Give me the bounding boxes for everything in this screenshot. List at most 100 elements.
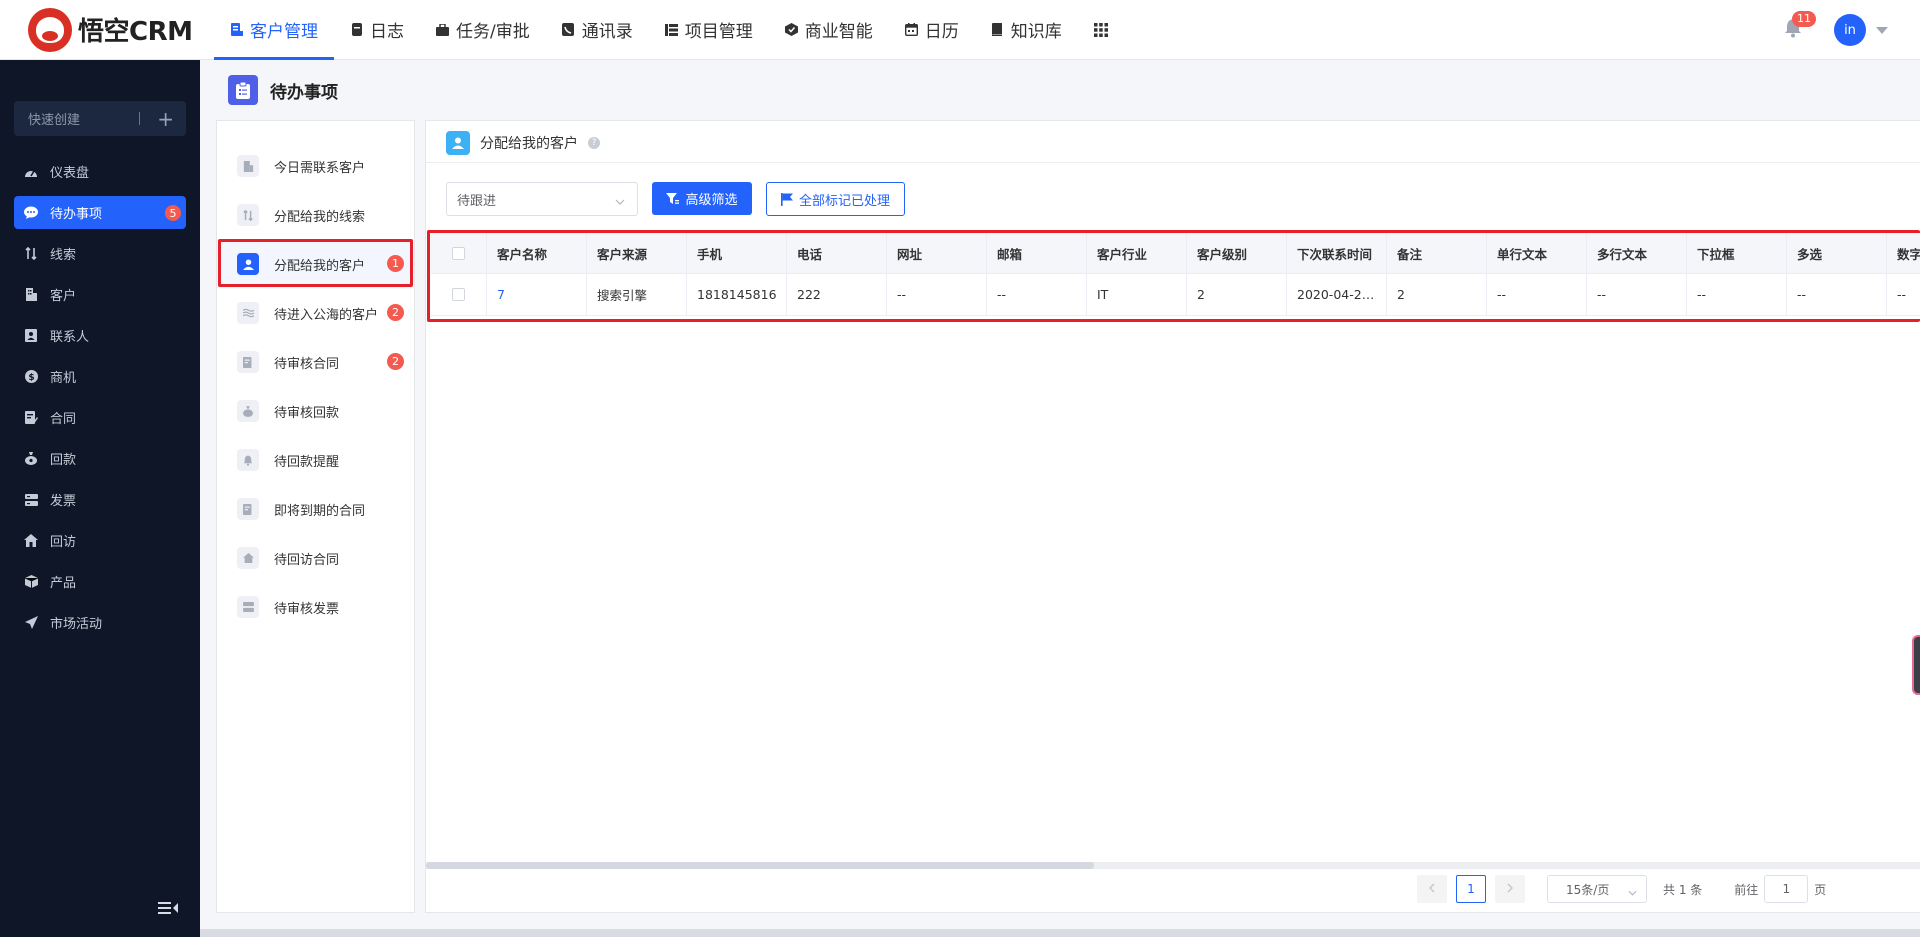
sidebar-item-payments[interactable]: 回款 <box>14 442 186 475</box>
goto-page-input[interactable]: 1 <box>1764 875 1809 903</box>
todo-item-today-contact[interactable]: 今日需联系客户 <box>217 142 414 190</box>
help-icon[interactable]: ? <box>588 137 600 149</box>
row-checkbox[interactable] <box>452 288 465 301</box>
column-header[interactable]: 多行文本 <box>1587 233 1687 273</box>
horizontal-scrollbar[interactable] <box>426 862 1920 869</box>
sidebar-item-contracts[interactable]: 合同 <box>14 401 186 434</box>
page-size-select[interactable]: 15条/页 <box>1547 875 1647 903</box>
nav-knowledge-base[interactable]: 知识库 <box>975 0 1078 60</box>
todo-item-invoice-review[interactable]: 待审核发票 <box>217 583 414 631</box>
count-badge: 2 <box>387 353 404 370</box>
sidebar-item-opportunities[interactable]: $ 商机 <box>14 360 186 393</box>
logo[interactable]: 悟空CRM <box>0 0 200 60</box>
column-header[interactable]: 备注 <box>1387 233 1487 273</box>
nav-tasks-approval[interactable]: 任务/审批 <box>420 0 546 60</box>
mark-all-processed-button[interactable]: 全部标记已处理 <box>766 182 905 216</box>
status-filter-value: 待跟进 <box>457 193 497 209</box>
page-horizontal-scrollbar[interactable] <box>200 929 1920 937</box>
todo-item-assigned-customers[interactable]: 分配给我的客户 1 <box>217 240 414 288</box>
column-header[interactable]: 客户来源 <box>587 233 687 273</box>
home-icon <box>24 534 38 548</box>
column-header[interactable]: 多选 <box>1787 233 1887 273</box>
nav-project-management[interactable]: 项目管理 <box>649 0 769 60</box>
notification-count-badge: 11 <box>1792 11 1816 27</box>
column-header[interactable]: 客户名称 <box>487 233 587 273</box>
page-number-button[interactable]: 1 <box>1456 875 1486 903</box>
lead-icon <box>24 247 38 261</box>
user-icon <box>446 131 470 155</box>
scrollbar-thumb[interactable] <box>200 929 1920 937</box>
count-badge: 1 <box>387 255 404 272</box>
nav-label: 日历 <box>924 22 959 42</box>
contract-icon <box>237 498 259 520</box>
contract-icon <box>237 351 259 373</box>
sidebar-item-marketing[interactable]: 市场活动 <box>14 606 186 639</box>
column-header[interactable]: 客户行业 <box>1087 233 1187 273</box>
todo-item-contract-review[interactable]: 待审核合同 2 <box>217 338 414 386</box>
log-icon <box>350 23 363 36</box>
nav-business-intelligence[interactable]: 商业智能 <box>769 0 889 60</box>
table-row[interactable]: 7 搜索引擎 1818145816 222 -- -- IT 2 2020-04… <box>431 274 1920 316</box>
todo-list-panel: 今日需联系客户 分配给我的线索 分配给我的客户 1 待进入公海的客户 2 待审核… <box>216 120 415 913</box>
sidebar-item-invoices[interactable]: 发票 <box>14 483 186 516</box>
chevron-down-icon[interactable] <box>1876 26 1888 34</box>
plus-icon[interactable]: + <box>157 107 174 131</box>
column-header[interactable]: 手机 <box>687 233 787 273</box>
lead-icon <box>237 204 259 226</box>
sidebar-item-visits[interactable]: 回访 <box>14 524 186 557</box>
collapse-sidebar-icon[interactable] <box>158 901 178 919</box>
sidebar-item-products[interactable]: 产品 <box>14 565 186 598</box>
sidebar-item-todo[interactable]: 待办事项 5 <box>14 196 186 229</box>
column-header[interactable]: 下拉框 <box>1687 233 1787 273</box>
notifications-button[interactable]: 11 <box>1778 11 1816 45</box>
waves-icon <box>237 302 259 324</box>
next-page-button[interactable] <box>1495 875 1525 903</box>
todo-item-to-public-pool[interactable]: 待进入公海的客户 2 <box>217 289 414 337</box>
sidebar-item-contacts[interactable]: 联系人 <box>14 319 186 352</box>
floating-side-widget[interactable] <box>1912 635 1920 695</box>
todo-item-payment-review[interactable]: 待审核回款 <box>217 387 414 435</box>
todo-item-payment-reminder[interactable]: 待回款提醒 <box>217 436 414 484</box>
todo-item-label: 待审核合同 <box>274 356 340 372</box>
prev-page-button[interactable] <box>1417 875 1447 903</box>
sidebar-item-label: 商机 <box>50 371 77 386</box>
todo-item-visit-contracts[interactable]: 待回访合同 <box>217 534 414 582</box>
customer-name-link[interactable]: 7 <box>487 274 587 315</box>
total-count: 共 1 条 <box>1663 882 1703 897</box>
table-header: 客户名称 客户来源 手机 电话 网址 邮箱 客户行业 客户级别 下次联系时间 备… <box>431 233 1920 274</box>
sidebar-item-leads[interactable]: 线索 <box>14 237 186 270</box>
nav-calendar[interactable]: 日历 <box>889 0 975 60</box>
todo-item-expiring-contracts[interactable]: 即将到期的合同 <box>217 485 414 533</box>
status-filter-select[interactable]: 待跟进 <box>446 182 638 216</box>
project-icon <box>664 23 678 36</box>
sidebar-item-dashboard[interactable]: 仪表盘 <box>14 155 186 188</box>
column-header[interactable]: 电话 <box>787 233 887 273</box>
home-icon <box>237 547 259 569</box>
sidebar-item-customers[interactable]: 客户 <box>14 278 186 311</box>
column-header[interactable]: 数字 <box>1887 233 1920 273</box>
todo-count-badge: 5 <box>165 205 181 221</box>
advanced-filter-button[interactable]: 高级筛选 <box>652 182 752 215</box>
column-header[interactable]: 客户级别 <box>1187 233 1287 273</box>
todo-item-assigned-leads[interactable]: 分配给我的线索 <box>217 191 414 239</box>
nav-customer-management[interactable]: 客户管理 <box>214 0 334 60</box>
column-header[interactable]: 邮箱 <box>987 233 1087 273</box>
page-size-value: 15条/页 <box>1566 882 1610 897</box>
divider <box>426 162 1920 163</box>
todo-item-label: 今日需联系客户 <box>274 160 366 176</box>
page-header: 待办事项 <box>228 75 338 105</box>
column-header[interactable]: 下次联系时间 <box>1287 233 1387 273</box>
quick-create-button[interactable]: 快速创建 + <box>14 101 186 136</box>
scrollbar-thumb[interactable] <box>426 862 1094 869</box>
avatar[interactable]: in <box>1834 14 1866 46</box>
section-title: 分配给我的客户 <box>480 136 578 152</box>
table-cell: -- <box>1687 274 1787 315</box>
nav-log[interactable]: 日志 <box>334 0 420 60</box>
select-all-checkbox[interactable] <box>452 246 465 260</box>
column-header[interactable]: 网址 <box>887 233 987 273</box>
nav-contacts-book[interactable]: 通讯录 <box>546 0 649 60</box>
apps-grid-icon[interactable] <box>1082 0 1120 60</box>
column-header[interactable]: 单行文本 <box>1487 233 1587 273</box>
table-cell: -- <box>1887 274 1920 315</box>
table-cell: -- <box>1787 274 1887 315</box>
